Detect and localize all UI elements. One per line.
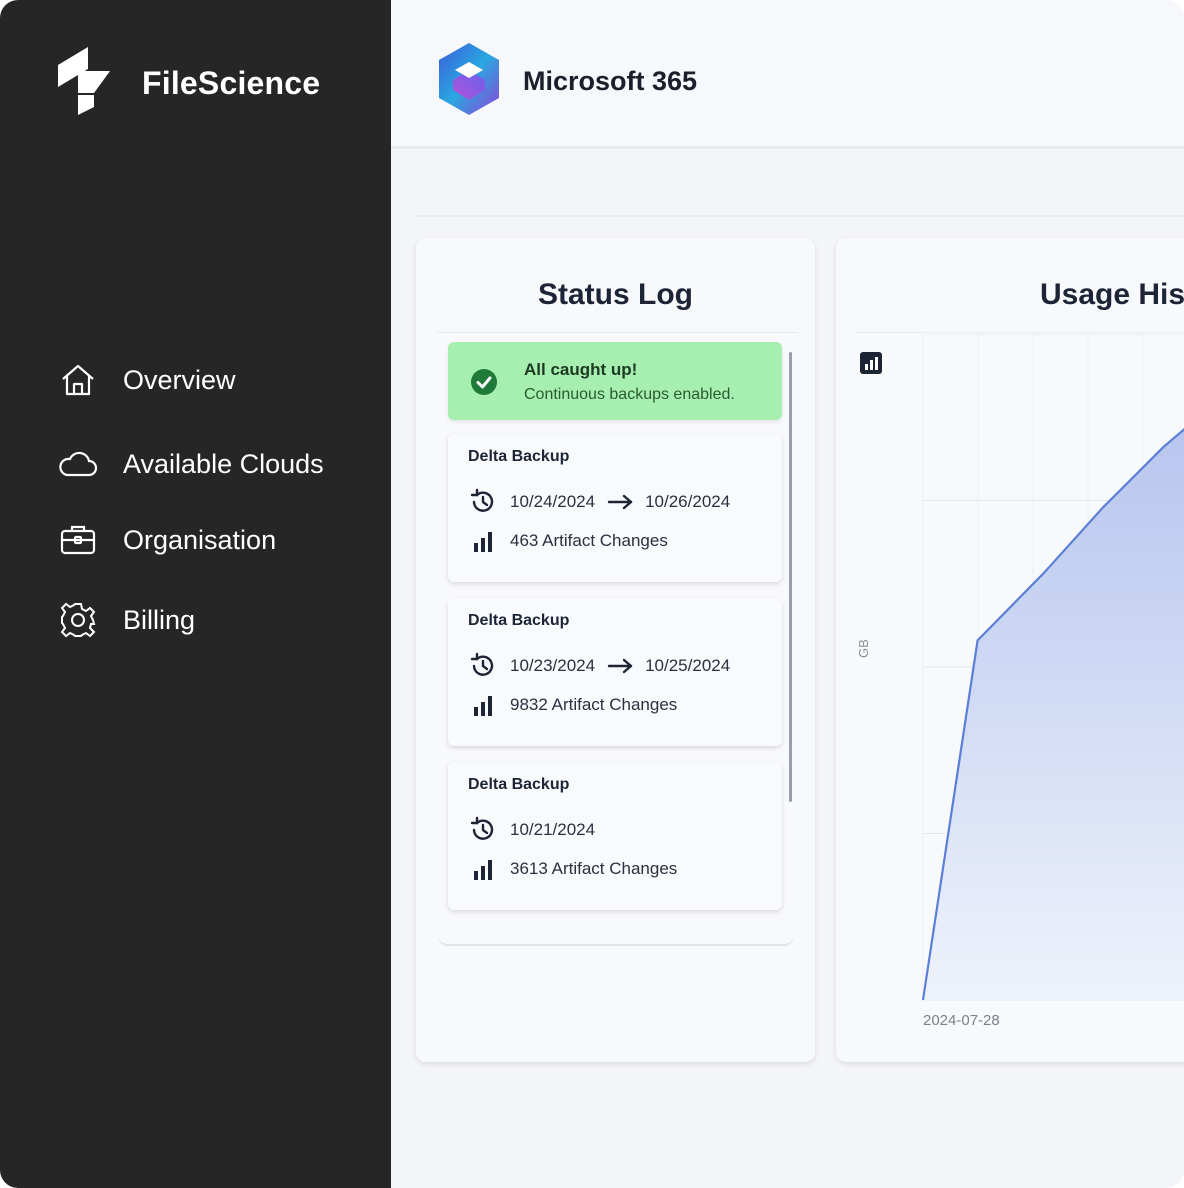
entry-end-date: 10/26/2024 <box>645 492 731 511</box>
title-divider <box>436 332 798 333</box>
entry-change-count: 3613 Artifact Changes <box>510 859 678 878</box>
content-divider <box>414 215 1184 217</box>
entry-title: Delta Backup <box>468 612 570 629</box>
bar-chart-icon <box>468 858 498 880</box>
sidebar-item-label: Organisation <box>123 524 277 555</box>
y-axis-label: GB <box>856 639 871 658</box>
briefcase-icon <box>58 520 98 560</box>
entry-change-count: 9832 Artifact Changes <box>510 695 678 714</box>
entry-title: Delta Backup <box>468 448 570 465</box>
cloud-icon <box>58 444 98 484</box>
log-entry[interactable]: Delta Backup 10/24/2024 10/26/2024 463 A… <box>448 434 782 582</box>
sidebar-item-overview[interactable]: Overview <box>58 360 324 400</box>
status-alert: All caught up! Continuous backups enable… <box>448 342 782 420</box>
status-log-title: Status Log <box>538 278 693 311</box>
history-icon <box>468 816 498 844</box>
app-title: Microsoft 365 <box>523 66 698 96</box>
usage-chart <box>921 334 1184 1001</box>
sidebar-item-available-clouds[interactable]: Available Clouds <box>58 444 324 484</box>
app-window: FileScience Overview Available Clouds Or… <box>0 0 1184 1188</box>
log-entry[interactable]: Delta Backup 10/21/2024 3613 Artifact Ch… <box>448 762 782 910</box>
arrow-right-icon <box>607 658 633 674</box>
brand[interactable]: FileScience <box>56 46 321 120</box>
log-scrollbar[interactable] <box>789 352 792 802</box>
bar-chart-icon <box>468 694 498 716</box>
log-entry[interactable]: Delta Backup 10/23/2024 10/25/2024 9832 … <box>448 598 782 746</box>
usage-area <box>923 429 1184 1000</box>
entry-start-date: 10/21/2024 <box>510 820 596 839</box>
arrow-right-icon <box>607 494 633 510</box>
entry-date-range: 10/24/2024 10/26/2024 <box>468 488 730 516</box>
status-log-card: Status Log All caught up! Continuous bac… <box>416 238 815 1062</box>
entry-change-count: 463 Artifact Changes <box>510 531 668 550</box>
entry-start-date: 10/23/2024 <box>510 656 596 675</box>
gear-icon <box>58 600 98 640</box>
bar-chart-icon <box>468 530 498 552</box>
history-icon <box>468 652 498 680</box>
check-circle-icon <box>470 368 498 401</box>
app-title-group: Microsoft 365 <box>433 40 697 123</box>
entry-date-range: 10/23/2024 10/25/2024 <box>468 652 730 680</box>
entry-changes: 463 Artifact Changes <box>468 530 668 552</box>
entry-changes: 3613 Artifact Changes <box>468 858 677 880</box>
x-tick-label: 2024-07-28 <box>923 1012 1000 1029</box>
page-header: Microsoft 365 <box>391 0 1184 149</box>
microsoft-365-logo-icon <box>433 40 505 123</box>
entry-title: Delta Backup <box>468 776 570 793</box>
sidebar-item-label: Overview <box>123 364 236 395</box>
title-divider <box>856 332 1184 333</box>
history-icon <box>468 488 498 516</box>
entry-changes: 9832 Artifact Changes <box>468 694 677 716</box>
entry-date-range: 10/21/2024 <box>468 816 595 844</box>
filescience-logo-icon <box>56 46 112 120</box>
entry-end-date: 10/25/2024 <box>645 656 731 675</box>
usage-title: Usage Hist <box>1040 278 1184 311</box>
sidebar-item-billing[interactable]: Billing <box>58 600 324 640</box>
list-fade-edge <box>438 932 794 946</box>
alert-title: All caught up! <box>524 360 638 379</box>
entry-start-date: 10/24/2024 <box>510 492 596 511</box>
brand-name: FileScience <box>142 64 321 101</box>
sidebar-item-label: Billing <box>123 604 196 635</box>
alert-message: Continuous backups enabled. <box>524 386 735 403</box>
sidebar: FileScience Overview Available Clouds Or… <box>0 0 391 1188</box>
home-icon <box>58 360 98 400</box>
usage-history-card: Usage Hist GB 2024-07-28 <box>836 238 1184 1062</box>
sidebar-item-organisation[interactable]: Organisation <box>58 520 324 560</box>
sidebar-nav: Overview Available Clouds Organisation B… <box>58 360 324 678</box>
sidebar-item-label: Available Clouds <box>123 448 324 479</box>
